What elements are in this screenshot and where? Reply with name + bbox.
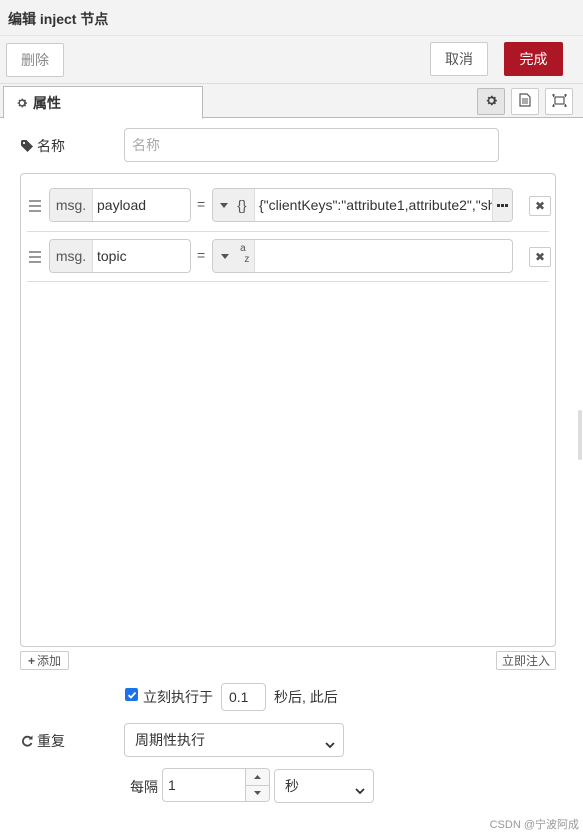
dialog-toolbar: 删除 取消 完成 [0,36,583,84]
drag-handle-icon[interactable] [29,200,41,212]
property-list: msg. payload = {} {"clientKeys":"attribu… [20,173,556,647]
remove-row-button[interactable]: ✖ [529,247,551,267]
property-key-field[interactable]: msg. payload [49,188,191,222]
scrollbar[interactable] [578,410,582,460]
property-value-input[interactable]: {"clientKeys":"attribute1,attribute2","s… [255,189,492,221]
msg-prefix: msg. [50,240,93,272]
property-row: msg. topic = a z ✖ [27,232,551,282]
inject-once-label: 立刻执行于 [143,689,213,705]
settings-tab-button[interactable] [477,88,505,115]
gear-icon [485,94,498,110]
interval-label: 每隔 [130,779,158,795]
caret-down-icon [221,253,230,259]
string-az-icon: a z [240,243,250,265]
value-type-selector[interactable]: {} [213,189,255,221]
plus-icon: + [27,653,35,668]
inject-now-button[interactable]: 立即注入 [496,651,556,670]
tab-properties[interactable]: 属性 [3,86,203,119]
cancel-button[interactable]: 取消 [430,42,488,76]
expand-editor-button[interactable] [492,189,512,221]
add-property-button[interactable]: + 添加 [20,651,69,670]
msg-prefix: msg. [50,189,93,221]
repeat-select[interactable]: 周期性执行 [124,723,344,757]
repeat-select-value: 周期性执行 [135,732,205,748]
property-value-field[interactable]: a z [212,239,513,273]
frame-icon [551,93,567,110]
caret-down-icon [254,790,261,795]
property-value-field[interactable]: {} {"clientKeys":"attribute1,attribute2"… [212,188,513,222]
property-key-input[interactable]: payload [93,189,190,221]
add-property-label: 添加 [37,654,62,668]
repeat-icon [21,735,33,747]
name-label-row: 名称 [21,136,65,156]
ellipsis-icon [497,203,500,207]
spinner-arrows [245,769,269,801]
interval-value-input[interactable]: 1 [163,769,245,801]
interval-unit-value: 秒 [285,778,299,794]
value-type-selector[interactable]: a z [213,240,255,272]
property-key-field[interactable]: msg. topic [49,239,191,273]
repeat-label-row: 重复 [21,731,65,751]
caret-up-icon [254,775,261,780]
spinner-down-button[interactable] [246,784,269,801]
json-braces-icon: {} [237,197,247,213]
document-icon [519,93,531,110]
tab-bar: 属性 [0,84,583,119]
close-icon: ✖ [534,250,546,264]
watermark: CSDN @宁波阿成 [489,819,579,831]
spinner-up-button[interactable] [246,769,269,785]
close-icon: ✖ [534,199,546,213]
description-tab-button[interactable] [511,88,539,115]
remove-row-button[interactable]: ✖ [529,196,551,216]
name-label: 名称 [37,138,65,154]
property-row: msg. payload = {} {"clientKeys":"attribu… [27,174,551,232]
property-key-input[interactable]: topic [93,240,190,272]
interval-unit-select[interactable]: 秒 [274,769,374,803]
chevron-down-icon [325,736,335,752]
tag-icon [21,140,33,152]
caret-down-icon [220,202,229,208]
gear-icon [16,97,28,109]
dialog-titlebar: 编辑 inject 节点 [0,0,583,36]
once-delay-input[interactable]: 0.1 [221,683,266,711]
once-suffix-label: 秒后, 此后 [274,689,338,705]
done-button[interactable]: 完成 [504,42,563,76]
repeat-label: 重复 [37,733,65,749]
drag-handle-icon[interactable] [29,251,41,263]
dialog-title: 编辑 inject 节点 [8,11,109,27]
equals-sign: = [197,196,206,212]
chevron-down-icon [355,782,365,798]
name-input[interactable]: 名称 [124,128,499,162]
tab-properties-label: 属性 [33,94,61,111]
property-value-input[interactable] [255,240,512,272]
inject-once-checkbox[interactable] [125,688,138,701]
delete-button[interactable]: 删除 [6,43,64,77]
interval-spinner[interactable]: 1 [162,768,270,802]
check-icon [127,691,136,699]
equals-sign: = [197,247,206,263]
appearance-tab-button[interactable] [545,88,573,115]
